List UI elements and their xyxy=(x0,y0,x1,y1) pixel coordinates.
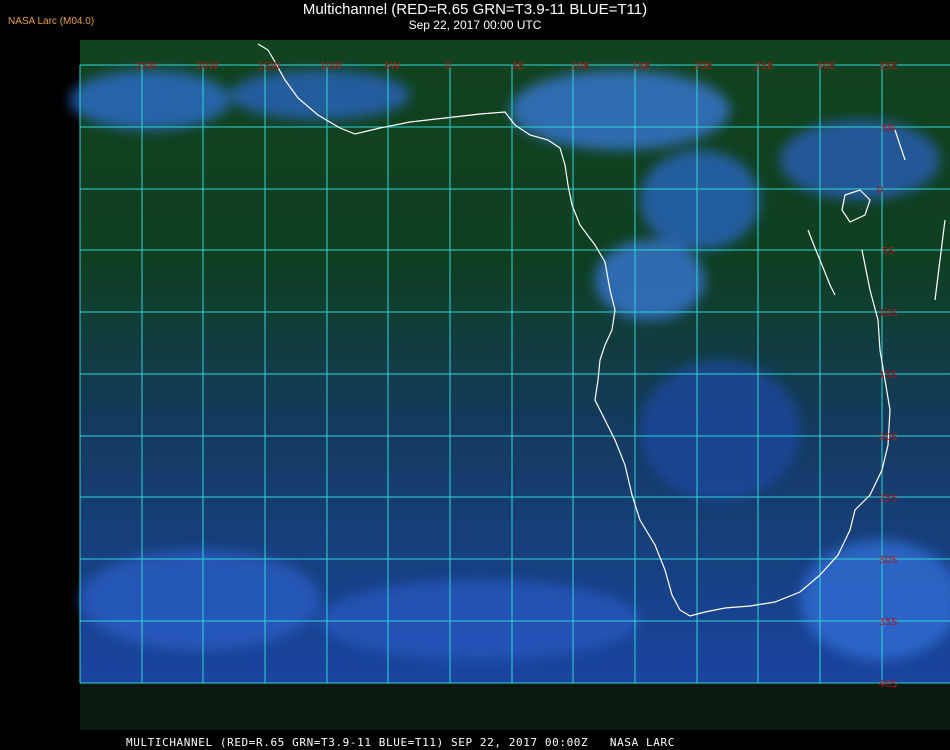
lat-label: 40S xyxy=(878,679,897,690)
lon-label: 10E xyxy=(570,61,589,72)
lat-label: 25S xyxy=(878,493,897,504)
footer-caption: MULTICHANNEL (RED=R.65 GRN=T3.9-11 BLUE=… xyxy=(126,736,675,749)
lon-label: 35E xyxy=(878,61,897,72)
lat-label: 35S xyxy=(878,617,897,628)
lon-label: 15E xyxy=(631,61,650,72)
lat-label: 5S xyxy=(882,246,895,257)
lon-label: 20W xyxy=(196,61,219,72)
satellite-map: 25W 20W 15W 10W 5W 0 5E 10E 15E 20E 25E … xyxy=(70,40,950,730)
lon-label: 0 xyxy=(445,61,451,72)
lat-label: 20S xyxy=(878,432,897,443)
lon-label: 5E xyxy=(512,61,525,72)
lat-label: 30S xyxy=(878,555,897,566)
lat-label: 5N xyxy=(881,123,895,134)
lat-label: 10S xyxy=(878,308,897,319)
lon-label: 15W xyxy=(258,61,281,72)
lon-label: 5W xyxy=(384,61,400,72)
lon-label: 10W xyxy=(320,61,343,72)
lon-label: 25E xyxy=(754,61,773,72)
lon-label: 25W xyxy=(135,61,158,72)
lat-label: 0 xyxy=(877,185,883,196)
lon-label: 20E xyxy=(693,61,712,72)
lon-label: 30E xyxy=(816,61,835,72)
lat-label: 15S xyxy=(878,370,897,381)
